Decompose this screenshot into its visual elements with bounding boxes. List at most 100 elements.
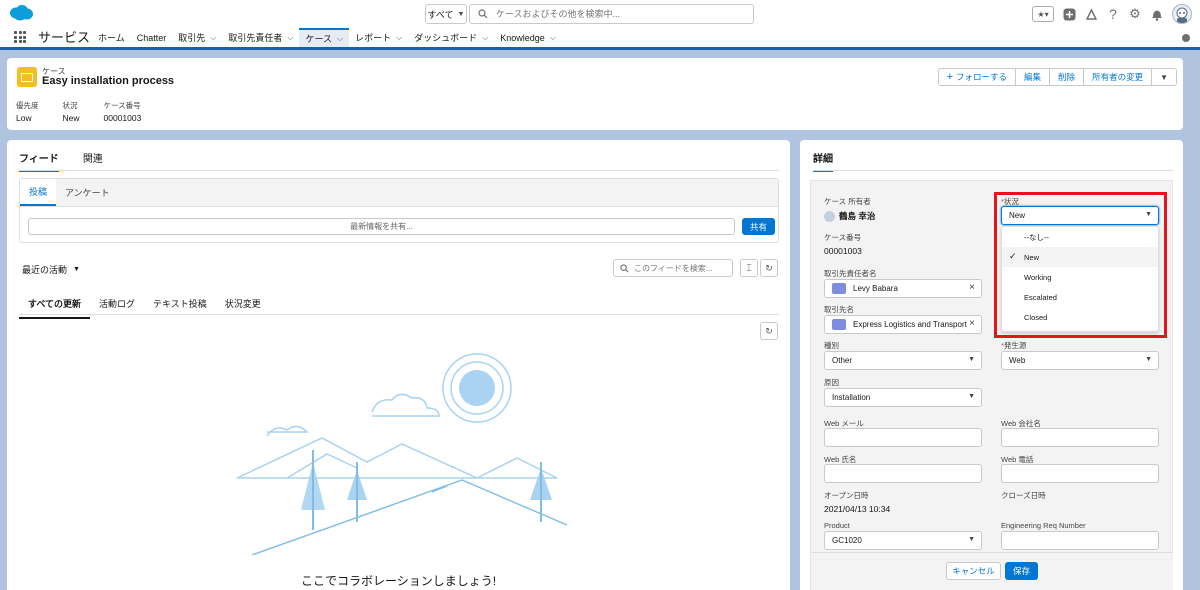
caret-down-icon: ▼ xyxy=(73,266,80,273)
edit-button[interactable]: 編集 xyxy=(1015,68,1051,86)
feed-filter-tab[interactable]: テキスト投稿 xyxy=(144,297,216,319)
caret-down-icon: ▼ xyxy=(1145,211,1152,218)
contact-value: Levy Babara xyxy=(853,284,898,293)
nav-edit-icon[interactable] xyxy=(1182,34,1190,42)
tab-poll[interactable]: アンケート xyxy=(56,179,119,206)
type-value: Other xyxy=(832,356,853,365)
reason-select[interactable]: Installation ▼ xyxy=(824,388,982,407)
chevron-down-icon[interactable]: ⌵ xyxy=(210,33,216,43)
global-search[interactable] xyxy=(469,4,754,24)
status-option[interactable]: Escalated xyxy=(1002,287,1158,307)
nav-items: ホーム Chatter 取引先 ⌵ 取引先責任者 ⌵ ケース ⌵ レポート ⌵ ダッシュボード ⌵ Kn… xyxy=(92,28,562,47)
app-nav-bar: サービス ホーム Chatter 取引先 ⌵ 取引先責任者 ⌵ ケース ⌵ レポート ⌵ ダッシュボ… xyxy=(0,28,1200,50)
search-icon xyxy=(620,263,629,272)
change-owner-button[interactable]: 所有者の変更 xyxy=(1083,68,1153,86)
feed-filter-tab[interactable]: 状況変更 xyxy=(216,297,270,319)
delete-button[interactable]: 削除 xyxy=(1049,68,1085,86)
nav-item-2[interactable]: 取引先 ⌵ xyxy=(172,28,222,47)
highlight-value: New xyxy=(62,113,80,123)
nav-item-5[interactable]: レポート ⌵ xyxy=(349,28,408,47)
refresh-icon: ↻ xyxy=(765,325,773,336)
nav-item-0[interactable]: ホーム xyxy=(92,28,131,47)
status-option[interactable]: ✓ New xyxy=(1002,247,1158,267)
feed-filter-tab[interactable]: すべての更新 xyxy=(19,297,91,319)
global-search-input[interactable] xyxy=(496,9,736,19)
caret-down-icon: ▼ xyxy=(968,393,975,400)
notifications-button[interactable] xyxy=(1150,7,1164,21)
global-create-button[interactable] xyxy=(1062,7,1076,21)
highlight-field: 状況 New xyxy=(63,100,80,123)
case-number-field: ケース番号 00001003 xyxy=(824,232,862,256)
status-option[interactable]: Closed xyxy=(1002,307,1158,327)
search-scope-select[interactable]: すべて ▼ xyxy=(425,4,467,24)
share-button[interactable]: 共有 xyxy=(742,218,775,235)
product-select[interactable]: GC1020 ▼ xyxy=(824,531,982,550)
nav-item-1[interactable]: Chatter xyxy=(131,28,173,47)
clear-icon[interactable]: × xyxy=(969,318,975,329)
user-icon xyxy=(824,210,835,222)
eng-req-field-label: Engineering Req Number xyxy=(1001,521,1086,530)
feed-search-input[interactable] xyxy=(634,263,729,273)
nav-item-label: ダッシュボード xyxy=(414,33,478,43)
chevron-down-icon[interactable]: ⌵ xyxy=(550,33,556,43)
nav-item-label: ケース xyxy=(305,34,332,44)
follow-button[interactable]: + フォローする xyxy=(937,68,1017,86)
trailhead-button[interactable] xyxy=(1084,7,1098,21)
salesforce-logo-icon[interactable] xyxy=(8,4,34,22)
setup-button[interactable]: ⚙ xyxy=(1128,6,1142,21)
web-company-input[interactable] xyxy=(1001,428,1159,447)
status-select[interactable]: New ▼ xyxy=(1001,206,1159,225)
web-phone-input[interactable] xyxy=(1001,464,1159,483)
nav-item-4[interactable]: ケース ⌵ xyxy=(299,28,350,47)
status-option-label: New xyxy=(1024,252,1040,262)
nav-item-3[interactable]: 取引先責任者 ⌵ xyxy=(222,28,299,47)
feed-refresh-button[interactable]: ↻ xyxy=(760,259,778,277)
feed-filter-tabs: すべての更新 活動ログ テキスト投稿 状況変更 xyxy=(19,297,270,319)
tab-related[interactable]: 関連 xyxy=(83,150,103,172)
app-name: サービス xyxy=(38,30,91,45)
eng-req-input[interactable] xyxy=(1001,531,1159,550)
help-button[interactable]: ? xyxy=(1106,6,1120,22)
feed-filter-button[interactable]: ⌶ xyxy=(740,259,758,277)
cancel-button[interactable]: キャンセル xyxy=(946,562,1001,580)
type-select[interactable]: Other ▼ xyxy=(824,351,982,370)
clear-icon[interactable]: × xyxy=(969,282,975,293)
reason-field-label: 原因 xyxy=(824,377,839,388)
feed-search[interactable] xyxy=(613,259,733,277)
origin-select[interactable]: Web ▼ xyxy=(1001,351,1159,370)
nav-item-6[interactable]: ダッシュボード ⌵ xyxy=(408,28,494,47)
tab-post[interactable]: 投稿 xyxy=(20,179,57,206)
save-button[interactable]: 保存 xyxy=(1005,562,1038,580)
feed-list-refresh-button[interactable]: ↻ xyxy=(760,322,778,340)
nav-item-7[interactable]: Knowledge ⌵ xyxy=(494,28,562,47)
contact-lookup[interactable]: Levy Babara × xyxy=(824,279,982,298)
feed-filter-tab[interactable]: 活動ログ xyxy=(90,297,144,319)
feed-sort-label: 最近の活動 xyxy=(22,265,68,275)
origin-field-label: *発生源 xyxy=(1001,340,1026,351)
chevron-down-icon[interactable]: ⌵ xyxy=(482,33,488,43)
web-email-input[interactable] xyxy=(824,428,982,447)
status-option[interactable]: --なし-- xyxy=(1002,227,1158,247)
chevron-down-icon[interactable]: ⌵ xyxy=(337,34,343,44)
web-name-input[interactable] xyxy=(824,464,982,483)
share-update-input[interactable]: 最新情報を共有... xyxy=(28,218,735,235)
owner-field: ケース 所有者 鶴島 幸治 xyxy=(824,196,875,222)
favorites-button[interactable]: ★▾ xyxy=(1032,6,1054,22)
account-lookup[interactable]: Express Logistics and Transport × xyxy=(824,315,982,334)
tab-feed[interactable]: フィード xyxy=(19,150,59,172)
app-launcher-icon[interactable] xyxy=(14,31,26,43)
status-option[interactable]: Working xyxy=(1002,267,1158,287)
tab-details[interactable]: 詳細 xyxy=(813,150,833,172)
chevron-down-icon[interactable]: ⌵ xyxy=(396,33,402,43)
user-avatar[interactable] xyxy=(1172,4,1192,24)
feed-sort-menu[interactable]: 最近の活動 ▼ xyxy=(22,263,80,276)
origin-value: Web xyxy=(1009,356,1026,365)
chevron-down-icon[interactable]: ⌵ xyxy=(287,33,293,43)
star-icon: ★▾ xyxy=(1037,9,1049,19)
more-actions-button[interactable]: ▼ xyxy=(1151,68,1177,86)
highlight-value: 00001003 xyxy=(103,113,142,123)
caret-down-icon: ▼ xyxy=(1160,72,1168,82)
nav-item-label: 取引先責任者 xyxy=(228,33,283,43)
owner-value[interactable]: 鶴島 幸治 xyxy=(839,210,875,222)
record-highlights: ケース Easy installation process + フォローする 編集… xyxy=(7,58,1183,130)
